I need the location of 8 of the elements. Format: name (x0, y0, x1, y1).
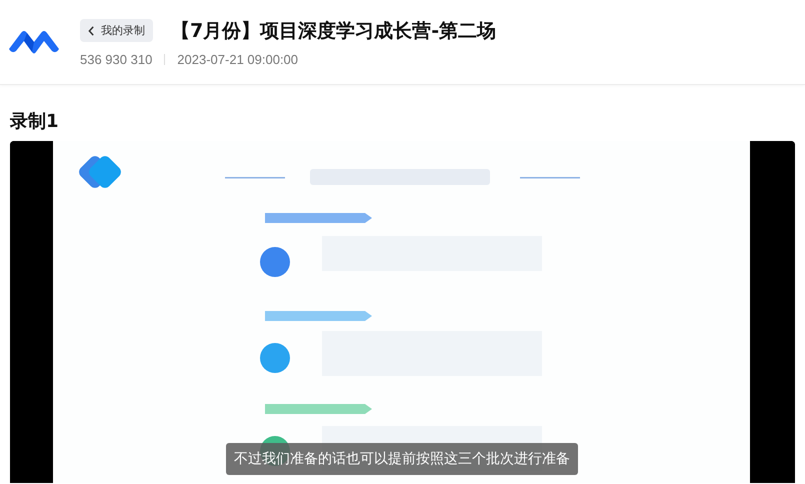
meeting-title: 【7月份】项目深度学习成长营-第二场 (171, 18, 496, 44)
video-player[interactable]: 不过我们准备的话也可以提前按照这三个批次进行准备 (10, 141, 795, 483)
back-button[interactable]: 我的录制 (80, 19, 153, 42)
meeting-id: 536 930 310 (80, 52, 152, 66)
video-subtitle: 不过我们准备的话也可以提前按照这三个批次进行准备 (226, 443, 578, 475)
chevron-left-icon (88, 26, 95, 36)
meeting-datetime: 2023-07-21 09:00:00 (177, 52, 298, 66)
recording-title: 录制1 (10, 110, 60, 134)
